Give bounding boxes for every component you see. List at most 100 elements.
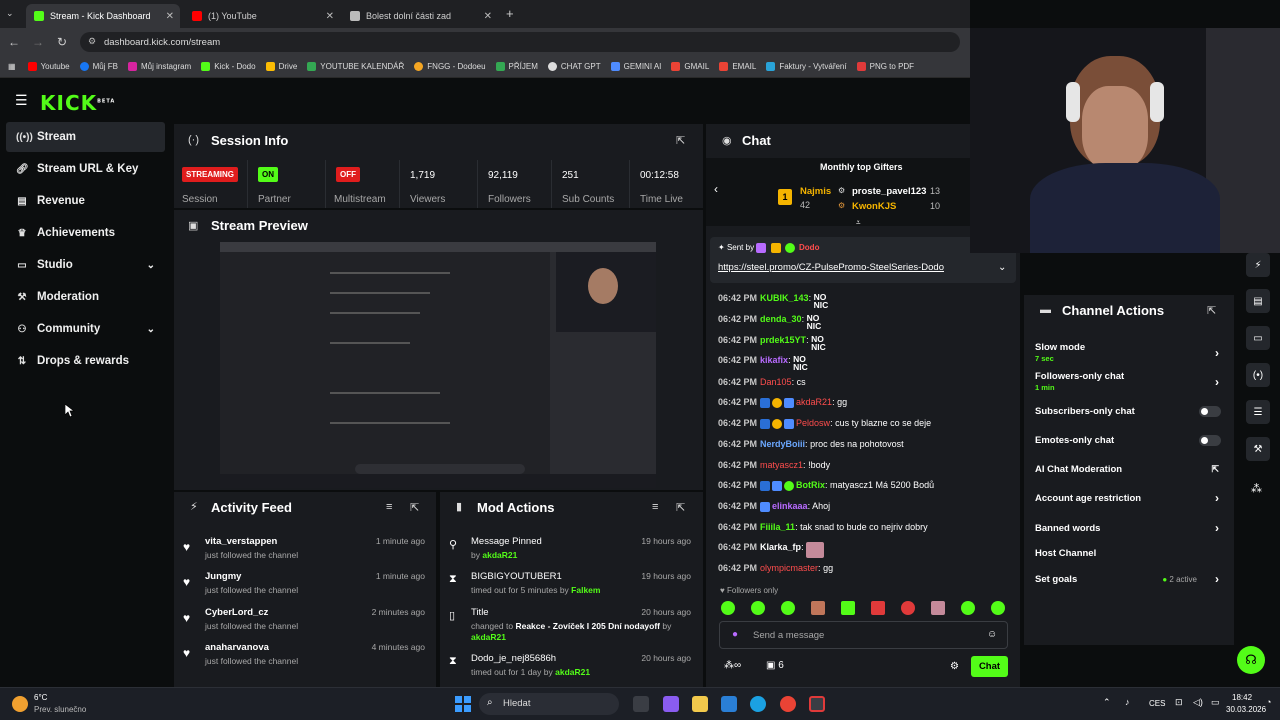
support-icon[interactable]: ☊ <box>1237 646 1265 674</box>
chat-user[interactable]: Klarka_fp <box>760 542 801 552</box>
tab-kick-dashboard[interactable]: Stream - Kick Dashboard ✕ <box>26 4 180 28</box>
clock-date[interactable]: 30.03.2026 <box>1226 705 1266 714</box>
chat-user[interactable]: denda_30 <box>760 314 802 324</box>
bookmark-chatgpt[interactable]: CHAT GPT <box>547 62 601 71</box>
emote-icon[interactable] <box>991 601 1005 615</box>
chat-user[interactable]: matyascz1 <box>760 460 803 470</box>
bookmark-png-pdf[interactable]: PNG to PDF <box>856 62 914 71</box>
sidebar-item-community[interactable]: ⚇ Community ⌄ <box>6 314 165 344</box>
gifter-name[interactable]: Najmis <box>800 186 831 197</box>
sidebar-item-studio[interactable]: ▭ Studio ⌄ <box>6 250 165 280</box>
wrench-icon[interactable]: ⚒ <box>1246 437 1270 461</box>
collapse-icon[interactable]: ⩡ <box>856 218 861 228</box>
activity-user[interactable]: vita_verstappen <box>205 536 277 547</box>
windows-start-icon[interactable] <box>455 696 471 712</box>
chrome-icon[interactable] <box>780 696 796 712</box>
gifter-name[interactable]: KwonKJS <box>852 201 896 212</box>
emote-icon[interactable] <box>841 601 855 615</box>
emoji-icon[interactable]: ☺ <box>987 629 997 640</box>
network-icon[interactable]: ⊡ <box>1175 697 1183 708</box>
filter-icon[interactable]: ≡ <box>386 501 392 513</box>
activity-user[interactable]: anaharvanova <box>205 642 269 653</box>
chat-user[interactable]: elinkaaa <box>772 501 808 511</box>
bookmark-fngg[interactable]: FNGG - Dodoeu <box>414 62 486 71</box>
emote-icon[interactable] <box>781 601 795 615</box>
activity-user[interactable]: CyberLord_cz <box>205 607 268 618</box>
mod-username[interactable]: akdaR21 <box>471 632 506 642</box>
close-tab-icon[interactable]: ✕ <box>326 11 334 22</box>
pinned-link[interactable]: https://steel.promo/CZ-PulsePromo-SteelS… <box>718 262 944 273</box>
menu-icon[interactable]: ☰ <box>15 92 28 109</box>
gifter-name[interactable]: proste_pavel123 <box>852 186 926 197</box>
close-tab-icon[interactable]: ✕ <box>166 11 174 22</box>
chat-user[interactable]: prdek15YT <box>760 335 806 345</box>
bookmark-faktury[interactable]: Faktury - Vytváření <box>766 62 847 71</box>
emote-icon[interactable] <box>811 601 825 615</box>
sidebar-item-achievements[interactable]: ♛ Achievements <box>6 218 165 248</box>
url-field[interactable]: ⚙ dashboard.kick.com/stream <box>80 32 960 52</box>
activity-user[interactable]: Jungmy <box>205 571 241 582</box>
tab-list-icon[interactable]: ⌄ <box>6 8 14 19</box>
list-icon[interactable]: ☰ <box>1246 400 1270 424</box>
bookmark-youtube[interactable]: Youtube <box>27 62 70 71</box>
lightning-icon[interactable]: ⚡︎ <box>1246 253 1270 277</box>
action-ai-moderation[interactable]: AI Chat Moderation ⇱ <box>1035 464 1225 475</box>
emotes-only-toggle[interactable] <box>1199 435 1221 446</box>
outlook-icon[interactable] <box>721 696 737 712</box>
copilot-icon[interactable] <box>663 696 679 712</box>
bookmark-prijem[interactable]: PŘÍJEM <box>495 62 538 71</box>
emote-icon[interactable] <box>721 601 735 615</box>
broadcast-icon[interactable]: (•) <box>1246 363 1270 387</box>
sidebar-item-stream-url[interactable]: 🔗︎ Stream URL & Key <box>6 154 165 184</box>
bookmark-gmail[interactable]: GMAIL <box>671 62 709 71</box>
kick-logo[interactable]: KICKBETA <box>40 91 115 115</box>
people-icon[interactable]: ⁂ <box>1251 482 1262 495</box>
bookmark-gemini[interactable]: GEMINI AI <box>610 62 661 71</box>
notification-icon[interactable]: ◔ <box>1266 697 1271 707</box>
sidebar-item-drops[interactable]: ⇅ Drops & rewards <box>6 346 165 376</box>
bookmark-fb[interactable]: Můj FB <box>79 62 118 71</box>
emote-icon[interactable] <box>931 601 945 615</box>
popout-icon[interactable]: ⇱ <box>410 501 419 514</box>
action-followers-only[interactable]: Followers-only chat 1 min › <box>1035 371 1225 392</box>
weather-icon[interactable] <box>12 696 28 712</box>
new-tab-button[interactable]: + <box>506 6 514 21</box>
action-banned-words[interactable]: Banned words › <box>1035 521 1225 535</box>
chat-user[interactable]: Dan105 <box>760 377 792 387</box>
gift-sub-button[interactable]: ▣ 6 <box>766 660 784 671</box>
pinned-user[interactable]: Dodo <box>799 243 819 252</box>
site-info-icon[interactable]: ⚙ <box>88 36 96 47</box>
chat-user[interactable]: Fiiila_11 <box>760 522 795 532</box>
popout-icon[interactable]: ⇱ <box>676 501 685 514</box>
chat-input[interactable]: ● Send a message ☺ <box>719 621 1008 649</box>
bookmark-instagram[interactable]: Můj instagram <box>127 62 191 71</box>
bookmark-kick[interactable]: Kick - Dodo <box>201 62 256 71</box>
taskbar-search[interactable]: ⌕ Hledat <box>479 693 619 715</box>
chat-bubble-icon[interactable]: ▭ <box>1246 326 1270 350</box>
back-icon[interactable]: ← <box>2 35 26 49</box>
chat-user[interactable]: Peldosw <box>796 418 830 428</box>
popout-icon[interactable]: ⇱ <box>676 134 685 147</box>
chevron-down-icon[interactable]: ⌄ <box>998 262 1006 273</box>
popout-icon[interactable]: ⇱ <box>1207 304 1216 317</box>
chat-user[interactable]: NerdyBoiii <box>760 439 805 449</box>
task-view-icon[interactable] <box>633 696 649 712</box>
bookmark-drive[interactable]: Drive <box>265 62 297 71</box>
emote-icon[interactable] <box>961 601 975 615</box>
bookmark-email[interactable]: EMAIL <box>719 62 756 71</box>
settings-icon[interactable]: ⚙ <box>950 661 959 672</box>
chevron-left-icon[interactable]: ‹ <box>714 182 718 196</box>
obs-icon[interactable] <box>809 696 825 712</box>
stream-video-player[interactable] <box>220 242 656 488</box>
clock-time[interactable]: 18:42 <box>1232 693 1252 702</box>
chat-user[interactable]: olympicmaster <box>760 563 818 573</box>
emote-icon[interactable] <box>871 601 885 615</box>
mod-username[interactable]: akdaR21 <box>482 550 517 560</box>
volume-icon[interactable]: ◁) <box>1193 697 1203 708</box>
chat-user[interactable]: BotRix <box>796 480 825 490</box>
emote-icon[interactable] <box>901 601 915 615</box>
edge-icon[interactable] <box>750 696 766 712</box>
action-account-age[interactable]: Account age restriction › <box>1035 491 1225 505</box>
reload-icon[interactable]: ↻ <box>50 35 74 49</box>
chat-user[interactable]: akdaR21 <box>796 397 832 407</box>
